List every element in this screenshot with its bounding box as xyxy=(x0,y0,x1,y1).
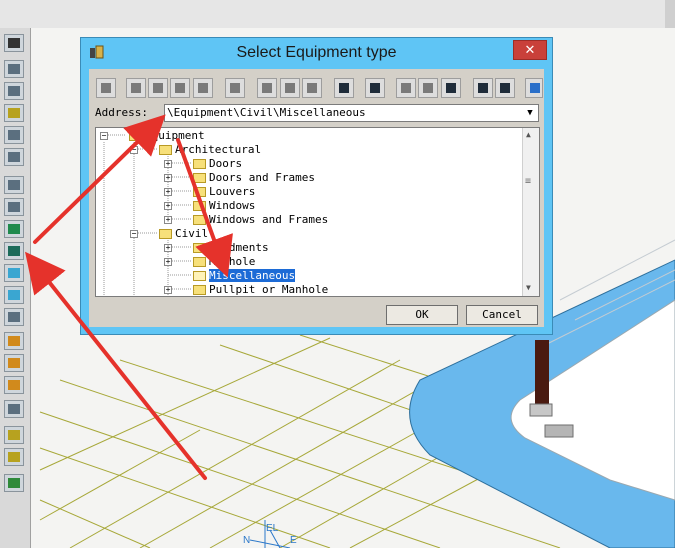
arrow-to-toolbar xyxy=(25,251,207,480)
arrow-to-address xyxy=(33,114,166,244)
arrow-to-miscellaneous xyxy=(176,138,233,278)
annotation-arrows xyxy=(25,114,233,480)
